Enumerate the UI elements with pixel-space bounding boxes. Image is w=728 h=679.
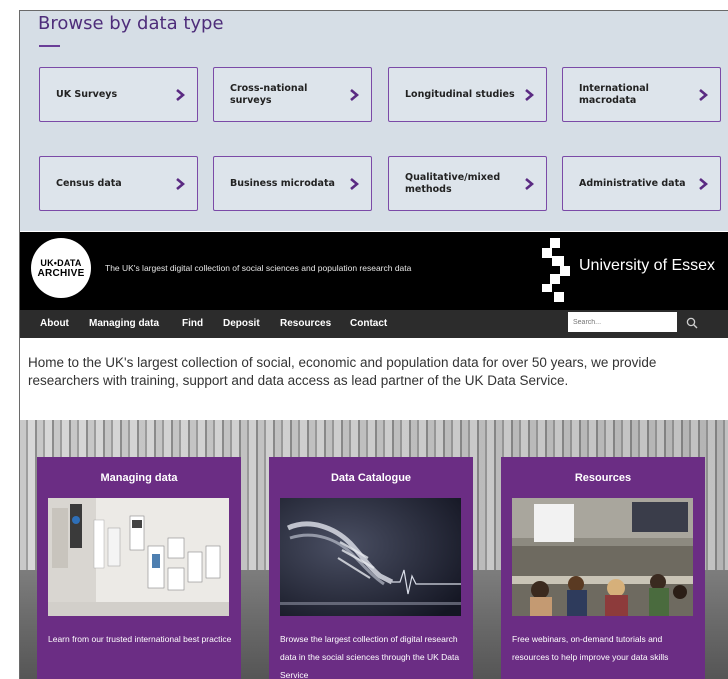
chevron-right-icon: [522, 88, 536, 102]
tile-administrative-data[interactable]: Administrative data: [562, 156, 721, 211]
tile-cross-national-surveys[interactable]: Cross-national surveys: [213, 67, 372, 122]
card-description: Learn from our trusted international bes…: [48, 634, 232, 644]
chevron-right-icon: [173, 88, 187, 102]
chevron-right-icon: [696, 177, 710, 191]
nav-item-contact[interactable]: Contact: [350, 318, 387, 329]
card-description: Browse the largest collection of digital…: [280, 634, 460, 679]
card-data-catalogue[interactable]: Data Catalogue Browse the largest collec…: [269, 457, 473, 679]
intro-text: Home to the UK's largest collection of s…: [28, 355, 657, 388]
uk-data-archive-logo[interactable]: UK•DATA ARCHIVE: [31, 238, 91, 298]
browse-section: Browse by data type UK Surveys Cross-nat…: [20, 11, 728, 231]
tile-label: Cross-national surveys: [230, 82, 308, 106]
gallery-wall-image: [48, 498, 229, 616]
tile-business-microdata[interactable]: Business microdata: [213, 156, 372, 211]
tile-qualitative-mixed-methods[interactable]: Qualitative/mixed methods: [388, 156, 547, 211]
card-managing-data[interactable]: Managing data Learn from our trusted int…: [37, 457, 241, 679]
tile-census-data[interactable]: Census data: [39, 156, 198, 211]
chevron-right-icon: [347, 177, 361, 191]
digital-hand-image: [280, 498, 461, 616]
card-resources[interactable]: Resources Free webinars, on-demand tutor…: [501, 457, 705, 679]
site-tagline: The UK's largest digital collection of s…: [105, 263, 412, 273]
chevron-right-icon: [522, 177, 536, 191]
hero-section: Managing data Learn from our trusted int…: [20, 420, 728, 679]
card-description: Free webinars, on-demand tutorials and r…: [512, 634, 669, 662]
tile-uk-surveys[interactable]: UK Surveys: [39, 67, 198, 122]
nav-item-deposit[interactable]: Deposit: [223, 318, 260, 329]
browse-title: Browse by data type: [38, 13, 224, 34]
tile-label: UK Surveys: [56, 88, 118, 100]
chevron-right-icon: [347, 88, 361, 102]
university-of-essex-crest-icon: [542, 238, 570, 302]
card-title: Data Catalogue: [330, 472, 412, 484]
chevron-right-icon: [696, 88, 710, 102]
logo-line-2: ARCHIVE: [37, 267, 85, 279]
tile-international-macrodata[interactable]: International macrodata: [562, 67, 721, 122]
logo-line-1: UK•DATA: [40, 257, 82, 268]
card-title: Resources: [574, 472, 632, 484]
search-icon[interactable]: [686, 317, 698, 329]
lecture-room-image: [512, 498, 693, 616]
nav-item-managing-data[interactable]: Managing data: [89, 318, 159, 329]
nav-item-about[interactable]: About: [40, 318, 69, 329]
nav-item-resources[interactable]: Resources: [280, 318, 331, 329]
tile-label: Administrative data: [579, 177, 686, 189]
page-frame: Browse by data type UK Surveys Cross-nat…: [19, 10, 728, 679]
tile-label: Business microdata: [230, 177, 335, 189]
site-header: UK•DATA ARCHIVE The UK's largest digital…: [20, 232, 728, 310]
title-underline: [39, 45, 60, 47]
search-input[interactable]: [568, 312, 677, 332]
university-name[interactable]: University of Essex: [579, 257, 715, 275]
card-title: Managing data: [100, 472, 178, 484]
tile-label: International macrodata: [579, 82, 649, 106]
tile-label: Qualitative/mixed methods: [405, 171, 501, 195]
main-nav: About Managing data Find Deposit Resourc…: [20, 310, 728, 338]
nav-item-find[interactable]: Find: [182, 318, 203, 329]
tile-label: Census data: [56, 177, 122, 189]
tile-longitudinal-studies[interactable]: Longitudinal studies: [388, 67, 547, 122]
tile-label: Longitudinal studies: [405, 88, 515, 100]
chevron-right-icon: [173, 177, 187, 191]
